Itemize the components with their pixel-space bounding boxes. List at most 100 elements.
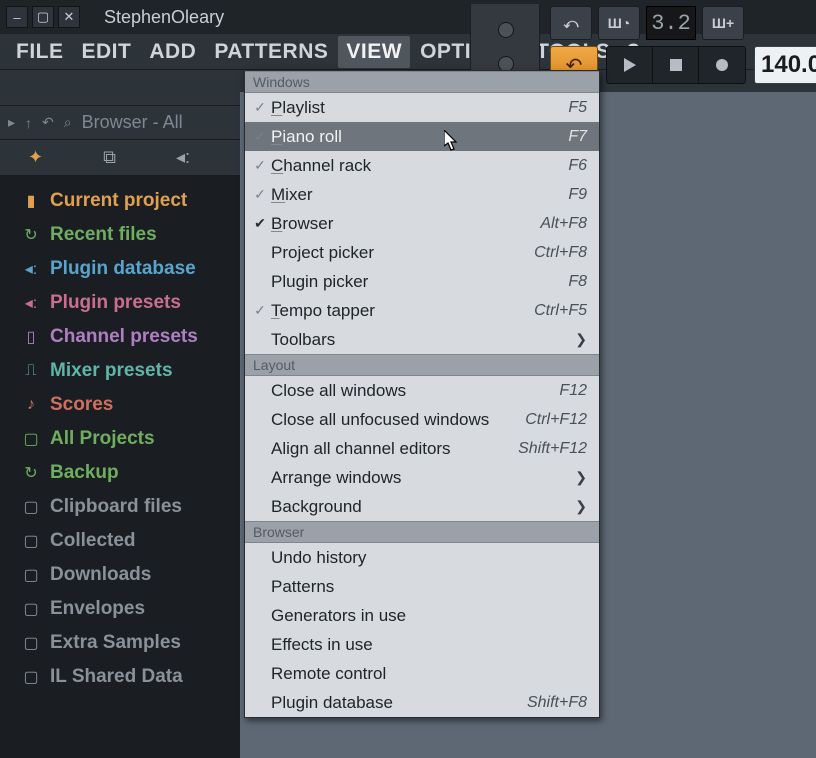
search-icon[interactable]: ⌕ — [64, 114, 72, 131]
sidebar-item-label: All Projects — [50, 428, 155, 450]
menu-item-close-all-unfocused-windows[interactable]: Close all unfocused windowsCtrl+F12 — [245, 405, 599, 434]
pattern-display[interactable]: 3.2 — [646, 6, 696, 40]
sidebar-item-plugin-presets[interactable]: ◂:Plugin presets — [0, 286, 240, 320]
menu-item-generators-in-use[interactable]: Generators in use — [245, 601, 599, 630]
menu-item-piano-roll[interactable]: ✓Piano rollF7 — [245, 122, 599, 151]
step-button[interactable]: Ш+ — [702, 6, 744, 40]
sidebar-item-current-project[interactable]: ▮Current project — [0, 184, 240, 218]
sidebar-item-il-shared-data[interactable]: ▢ IL Shared Data — [0, 660, 240, 694]
sidebar-item-plugin-database[interactable]: ◂:Plugin database — [0, 252, 240, 286]
sidebar-item-downloads[interactable]: ▢ Downloads — [0, 558, 240, 592]
sidebar-item-label: Envelopes — [50, 598, 145, 620]
menu-item-arrange-windows[interactable]: Arrange windows❯ — [245, 463, 599, 492]
snap-button[interactable]: Ш◔ — [598, 6, 640, 40]
sidebar-item-backup[interactable]: ↻Backup — [0, 456, 240, 490]
sidebar-item-scores[interactable]: ♪Scores — [0, 388, 240, 422]
menu-item-label: Background — [271, 497, 575, 517]
check-icon: ✔ — [249, 215, 271, 232]
menu-item-browser[interactable]: ✔BrowserAlt+F8 — [245, 209, 599, 238]
check-icon: ✓ — [249, 302, 271, 319]
menu-item-label: Plugin database — [271, 693, 527, 713]
menu-shortcut: Alt+F8 — [540, 215, 587, 233]
back-icon[interactable]: ↶ — [42, 114, 54, 131]
menu-patterns[interactable]: PATTERNS — [206, 36, 336, 68]
maximize-button[interactable]: ▢ — [32, 6, 54, 28]
menu-shortcut: F6 — [568, 157, 587, 175]
metronome-button[interactable]: ⤺ — [550, 6, 592, 40]
menu-item-background[interactable]: Background❯ — [245, 492, 599, 521]
menu-item-label: Playlist — [271, 98, 568, 118]
menu-edit[interactable]: EDIT — [74, 36, 140, 68]
menu-shortcut: Ctrl+F8 — [534, 244, 587, 262]
knob[interactable] — [498, 22, 514, 38]
menu-shortcut: Shift+F12 — [518, 440, 587, 458]
sidebar-item-channel-presets[interactable]: ▯Channel presets — [0, 320, 240, 354]
sidebar-item-label: Downloads — [50, 564, 151, 586]
sidebar-item-mixer-presets[interactable]: ⎍ Mixer presets — [0, 354, 240, 388]
sidebar-item-extra-samples[interactable]: ▢Extra Samples — [0, 626, 240, 660]
menu-file[interactable]: FILE — [8, 36, 72, 68]
sidebar-item-label: Mixer presets — [50, 360, 173, 382]
tempo-display[interactable]: 140.00 — [754, 46, 816, 84]
menu-item-channel-rack[interactable]: ✓Channel rackF6 — [245, 151, 599, 180]
sidebar-item-all-projects[interactable]: ▢ All Projects — [0, 422, 240, 456]
menu-item-plugin-picker[interactable]: Plugin pickerF8 — [245, 267, 599, 296]
menu-section-browser: Browser — [245, 521, 599, 543]
menu-item-label: Arrange windows — [271, 468, 575, 488]
menu-item-playlist[interactable]: ✓PlaylistF5 — [245, 93, 599, 122]
menu-item-remote-control[interactable]: Remote control — [245, 659, 599, 688]
close-button[interactable]: ✕ — [58, 6, 80, 28]
mute-icon[interactable]: ◂: — [176, 147, 190, 168]
stop-button[interactable] — [653, 47, 699, 83]
folder-icon: ▢ — [22, 599, 40, 619]
folder-icon: ▢ — [22, 531, 40, 551]
menu-item-mixer[interactable]: ✓MixerF9 — [245, 180, 599, 209]
record-button[interactable] — [699, 47, 745, 83]
minimize-button[interactable]: – — [6, 6, 28, 28]
folder-icon: ▢ — [22, 565, 40, 585]
menu-item-plugin-database[interactable]: Plugin databaseShift+F8 — [245, 688, 599, 717]
sidebar-item-recent-files[interactable]: ↻Recent files — [0, 218, 240, 252]
play-button[interactable] — [607, 47, 653, 83]
submenu-arrow-icon: ❯ — [575, 498, 587, 515]
menu-item-label: Remote control — [271, 664, 587, 684]
sidebar-item-label: Plugin presets — [50, 292, 181, 314]
sidebar-item-envelopes[interactable]: ▢ Envelopes — [0, 592, 240, 626]
menu-item-patterns[interactable]: Patterns — [245, 572, 599, 601]
menu-view[interactable]: VIEW — [338, 36, 410, 68]
folder-icon: ↻ — [22, 225, 40, 245]
menu-item-label: Close all windows — [271, 381, 559, 401]
sidebar-item-clipboard-files[interactable]: ▢Clipboard files — [0, 490, 240, 524]
folder-icon: ▢ — [22, 429, 40, 449]
menu-item-toolbars[interactable]: Toolbars❯ — [245, 325, 599, 354]
sidebar-item-label: Clipboard files — [50, 496, 182, 518]
menu-add[interactable]: ADD — [141, 36, 204, 68]
menu-item-label: Piano roll — [271, 127, 568, 147]
menu-item-label: Tempo tapper — [271, 301, 534, 321]
sidebar-item-label: Collected — [50, 530, 136, 552]
favorite-icon[interactable]: ✦ — [28, 147, 43, 168]
menu-item-effects-in-use[interactable]: Effects in use — [245, 630, 599, 659]
menu-item-label: Project picker — [271, 243, 534, 263]
folder-icon: ◂: — [22, 259, 40, 279]
menu-item-close-all-windows[interactable]: Close all windowsF12 — [245, 376, 599, 405]
collapse-icon[interactable]: ▸ — [8, 114, 15, 131]
up-icon[interactable]: ↑ — [25, 115, 32, 131]
menu-item-align-all-channel-editors[interactable]: Align all channel editorsShift+F12 — [245, 434, 599, 463]
menu-shortcut: Ctrl+F5 — [534, 302, 587, 320]
sidebar-item-label: IL Shared Data — [50, 666, 183, 688]
menu-item-tempo-tapper[interactable]: ✓Tempo tapperCtrl+F5 — [245, 296, 599, 325]
folder-icon: ↻ — [22, 463, 40, 483]
menu-item-label: Patterns — [271, 577, 587, 597]
menu-shortcut: F5 — [568, 99, 587, 117]
folder-icon: ♪ — [22, 396, 40, 414]
menu-item-undo-history[interactable]: Undo history — [245, 543, 599, 572]
copy-icon[interactable]: ⧉ — [103, 147, 116, 168]
folder-icon: ▢ — [22, 667, 40, 687]
sidebar-item-collected[interactable]: ▢ Collected — [0, 524, 240, 558]
menu-item-label: Effects in use — [271, 635, 587, 655]
menu-item-label: Undo history — [271, 548, 587, 568]
folder-icon: ⎍ — [22, 362, 40, 380]
menu-item-project-picker[interactable]: Project pickerCtrl+F8 — [245, 238, 599, 267]
menu-section-layout: Layout — [245, 354, 599, 376]
